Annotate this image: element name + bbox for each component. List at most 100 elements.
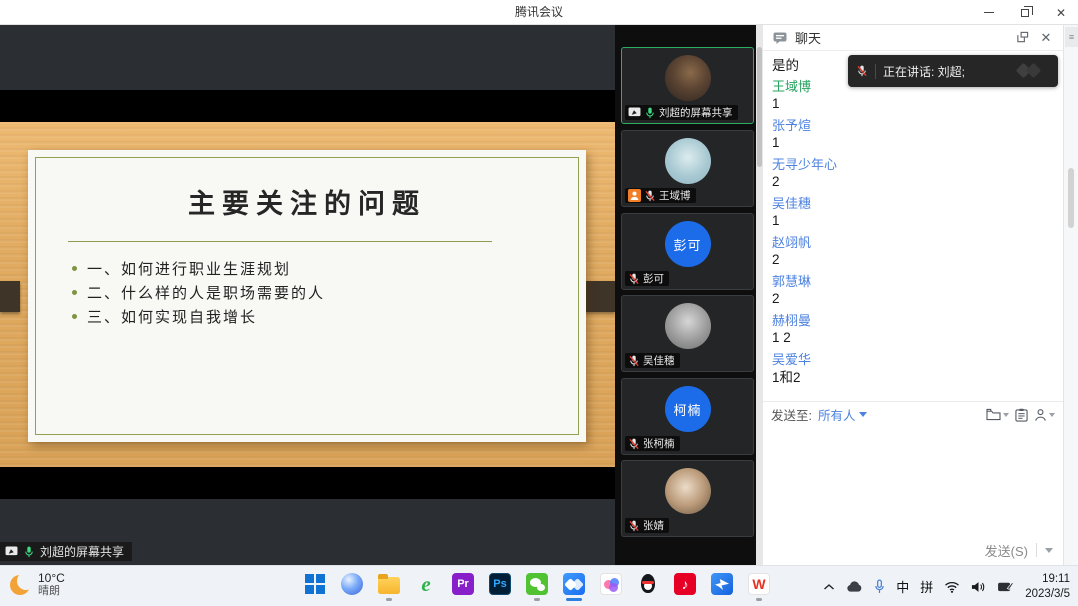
mic-muted-icon [644,190,656,202]
slide-bullet-text: 三、如何实现自我增长 [87,306,257,327]
slide-paper: 主要关注的问题 一、如何进行职业生涯规划二、什么样的人是职场需要的人三、如何实现… [28,150,586,442]
chat-sender-name: 赵翊帆 [772,232,1063,250]
bullet-dot-icon [72,314,77,319]
weather-desc: 晴朗 [38,585,65,598]
toast-text: 正在讲话: 刘超; [883,63,1009,80]
stage-black-band-top [0,90,615,122]
participant-tile[interactable]: 吴佳穗 [621,295,754,372]
wifi-icon[interactable] [944,581,960,593]
chat-message-text: 2 [772,289,1063,307]
send-to-select[interactable]: 所有人 [818,405,867,424]
chat-sender-name: 郭慧琳 [772,271,1063,289]
thunder-icon[interactable] [710,572,734,596]
slide-divider-line [68,241,492,242]
chat-message-text: 2 [772,250,1063,268]
chat-message-text: 1 [772,94,1063,112]
participant-label: 彭可 [625,271,669,286]
netease-music-icon[interactable]: ♪ [673,572,697,596]
participant-name: 王域博 [659,188,691,203]
premiere-icon[interactable]: Pr [451,572,475,596]
avatar [665,303,711,349]
participant-name: 吴佳穗 [643,353,675,368]
tencent-docs-icon[interactable] [599,572,623,596]
avatar [665,138,711,184]
participant-name: 彭可 [643,271,664,286]
speaking-toast: 正在讲话: 刘超; [848,55,1058,87]
participant-strip-scroll-thumb[interactable] [757,47,762,167]
browser-app-icon[interactable] [340,572,364,596]
pen-tablet-icon[interactable] [997,580,1014,593]
tencent-meeting-icon[interactable] [562,572,586,596]
microphone-tray-icon[interactable] [874,579,885,594]
participant-strip-scrollbar[interactable] [756,25,763,565]
mic-muted-icon [628,273,640,285]
participant-name: 张柯楠 [643,436,675,451]
announcement-button[interactable] [1015,408,1028,422]
participant-tile[interactable]: 刘超的屏幕共享 [621,47,754,124]
participant-strip: 刘超的屏幕共享王域博彭可彭可吴佳穗柯楠张柯楠张婧 [615,25,763,565]
participant-label: 王域博 [625,188,696,203]
slide-bullet-text: 二、什么样的人是职场需要的人 [87,282,325,303]
weather-widget[interactable]: 10°C 晴朗 [10,571,65,599]
mic-muted-icon [628,520,640,532]
ime-mode-pinyin[interactable]: 拼 [920,577,933,596]
participant-name: 张婧 [643,518,664,533]
wechat-icon[interactable] [525,572,549,596]
chat-compose-toolbar: 发送至: 所有人 [763,401,1063,427]
participant-tile[interactable]: 张婧 [621,460,754,537]
system-tray: 中 拼 19:11 2023/3/5 [823,566,1070,606]
mention-member-button[interactable] [1034,408,1055,422]
chat-input[interactable] [763,427,1063,537]
chat-popout-icon[interactable] [1013,29,1031,47]
wps-icon[interactable]: W [747,572,771,596]
chevron-down-icon [1049,413,1055,417]
panel-handle-icon[interactable]: ≡ [1065,27,1078,47]
screen-share-status-label: 刘超的屏幕共享 [0,542,132,561]
send-button[interactable]: 发送(S) [985,541,1028,560]
avatar: 彭可 [665,221,711,267]
slide-background: 主要关注的问题 一、如何进行职业生涯规划二、什么样的人是职场需要的人三、如何实现… [0,122,615,467]
photoshop-icon[interactable]: Ps [488,572,512,596]
member-badge-icon [628,189,641,202]
chevron-down-icon [1003,413,1009,417]
mic-muted-icon [628,355,640,367]
chat-scroll-thumb[interactable] [1068,168,1074,228]
cloud-ime-icon[interactable] [846,581,863,593]
clock-date: 2023/3/5 [1025,587,1070,602]
toast-divider [875,64,876,79]
participant-label: 刘超的屏幕共享 [625,105,738,120]
internet-explorer-icon[interactable]: e [414,572,438,596]
send-file-button[interactable] [986,408,1009,421]
chat-message-text: 1和2 [772,367,1063,385]
close-button[interactable]: ✕ [1050,3,1072,23]
window-controls: ✕ [978,0,1072,25]
participant-tile[interactable]: 王域博 [621,130,754,207]
tray-expand-icon[interactable] [823,583,835,591]
mic-on-icon [644,107,656,119]
taskbar: 10°C 晴朗 e Pr Ps ♪ W [0,565,1078,606]
taskbar-apps: e Pr Ps ♪ W [303,572,771,596]
ime-mode-chinese[interactable]: 中 [896,577,909,596]
participant-tile[interactable]: 柯楠张柯楠 [621,378,754,455]
start-button[interactable] [303,572,327,596]
speaker-icon[interactable] [971,581,986,593]
chat-message-text: 1 [772,133,1063,151]
send-options-caret[interactable] [1045,548,1053,553]
avatar: 柯楠 [665,386,711,432]
send-to-label: 发送至: [771,405,812,424]
chat-sender-name: 吴佳穗 [772,193,1063,211]
chat-header: 聊天 ✕ [763,25,1063,51]
slide-bullet-text: 一、如何进行职业生涯规划 [87,258,291,279]
chat-message-text: 2 [772,172,1063,190]
minimize-button[interactable] [978,3,1000,23]
file-explorer-icon[interactable] [377,572,401,596]
chat-bubble-icon [771,29,789,47]
restore-button[interactable] [1014,3,1036,23]
slide-bullet-list: 一、如何进行职业生涯规划二、什么样的人是职场需要的人三、如何实现自我增长 [72,256,325,328]
chat-title: 聊天 [795,28,1007,47]
chevron-down-icon [859,412,867,417]
clock-widget[interactable]: 19:11 2023/3/5 [1025,572,1070,602]
participant-tile[interactable]: 彭可彭可 [621,213,754,290]
qq-icon[interactable] [636,572,660,596]
chat-close-icon[interactable]: ✕ [1037,29,1055,47]
